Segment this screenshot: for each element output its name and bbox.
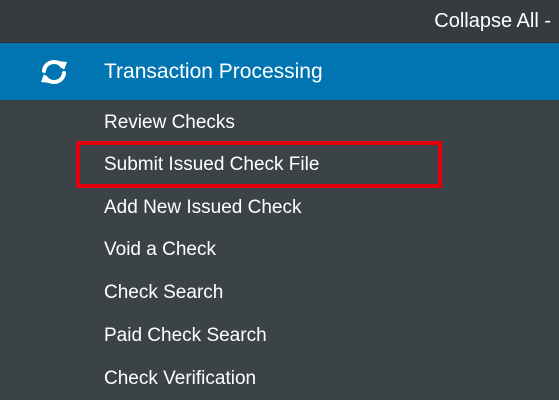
collapse-all-link[interactable]: Collapse All -: [434, 10, 551, 32]
section-title: Transaction Processing: [104, 60, 323, 83]
highlight-box: [76, 141, 442, 188]
navigation-panel: Collapse All - Transaction Processing Re…: [0, 0, 559, 400]
section-header-transaction-processing[interactable]: Transaction Processing: [0, 43, 559, 100]
menu-item-add-new-issued-check[interactable]: Add New Issued Check: [104, 193, 302, 223]
menu-item-check-search[interactable]: Check Search: [104, 278, 223, 308]
collapse-bar: Collapse All -: [0, 0, 559, 43]
menu-item-review-checks[interactable]: Review Checks: [104, 108, 235, 138]
menu-item-void-a-check[interactable]: Void a Check: [104, 235, 216, 265]
refresh-icon: [41, 59, 67, 85]
menu-item-paid-check-search[interactable]: Paid Check Search: [104, 321, 267, 351]
menu-item-check-verification[interactable]: Check Verification: [104, 364, 256, 394]
